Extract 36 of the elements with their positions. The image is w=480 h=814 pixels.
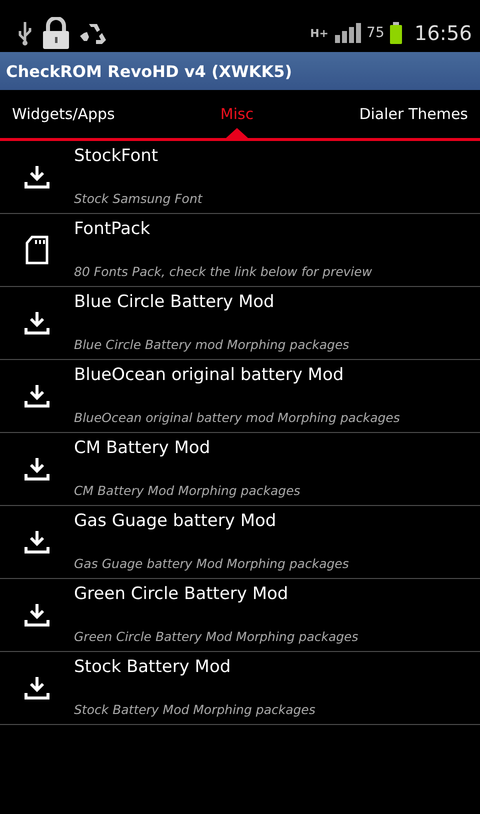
- item-title[interactable]: Blue Circle Battery Mod: [74, 292, 350, 312]
- item-description: Stock Battery Mod Morphing packages: [74, 702, 316, 717]
- download-icon: [24, 529, 50, 555]
- item-title[interactable]: CM Battery Mod: [74, 438, 300, 458]
- item-title[interactable]: Green Circle Battery Mod: [74, 584, 358, 604]
- item-description: BlueOcean original battery mod Morphing packages: [74, 410, 400, 425]
- item-description: 80 Fonts Pack, check the link below for preview: [74, 264, 372, 279]
- download-icon: [24, 310, 50, 336]
- download-icon: [24, 675, 50, 701]
- item-title[interactable]: FontPack: [74, 219, 372, 239]
- item-description: Blue Circle Battery mod Morphing packages: [74, 337, 350, 352]
- lock-icon: [42, 17, 70, 49]
- download-icon: [24, 456, 50, 482]
- signal-icon: [334, 23, 361, 43]
- battery-percent: 75: [366, 25, 384, 41]
- download-icon: [24, 602, 50, 628]
- sd-card-icon: [24, 235, 50, 265]
- download-icon: [24, 383, 50, 409]
- network-type-label: H+: [310, 28, 329, 38]
- item-title[interactable]: BlueOcean original battery Mod: [74, 365, 400, 385]
- clock: 16:56: [414, 21, 472, 45]
- battery-icon: [390, 22, 402, 44]
- tab[interactable]: Misc: [220, 90, 254, 138]
- item-description: Stock Samsung Font: [74, 191, 202, 206]
- usb-icon: [18, 20, 32, 46]
- item-description: Gas Guage battery Mod Morphing packages: [74, 556, 349, 571]
- item-title[interactable]: Stock Battery Mod: [74, 657, 316, 677]
- app-title: CheckROM RevoHD v4 (XWKK5): [6, 62, 292, 80]
- download-icon: [24, 164, 50, 190]
- tab[interactable]: Dialer Themes: [359, 90, 468, 138]
- item-title[interactable]: StockFont: [74, 146, 202, 166]
- item-description: CM Battery Mod Morphing packages: [74, 483, 300, 498]
- recycle-icon: [80, 21, 106, 45]
- item-title[interactable]: Gas Guage battery Mod: [74, 511, 349, 531]
- tab[interactable]: Widgets/Apps: [12, 90, 115, 138]
- item-description: Green Circle Battery Mod Morphing packages: [74, 629, 358, 644]
